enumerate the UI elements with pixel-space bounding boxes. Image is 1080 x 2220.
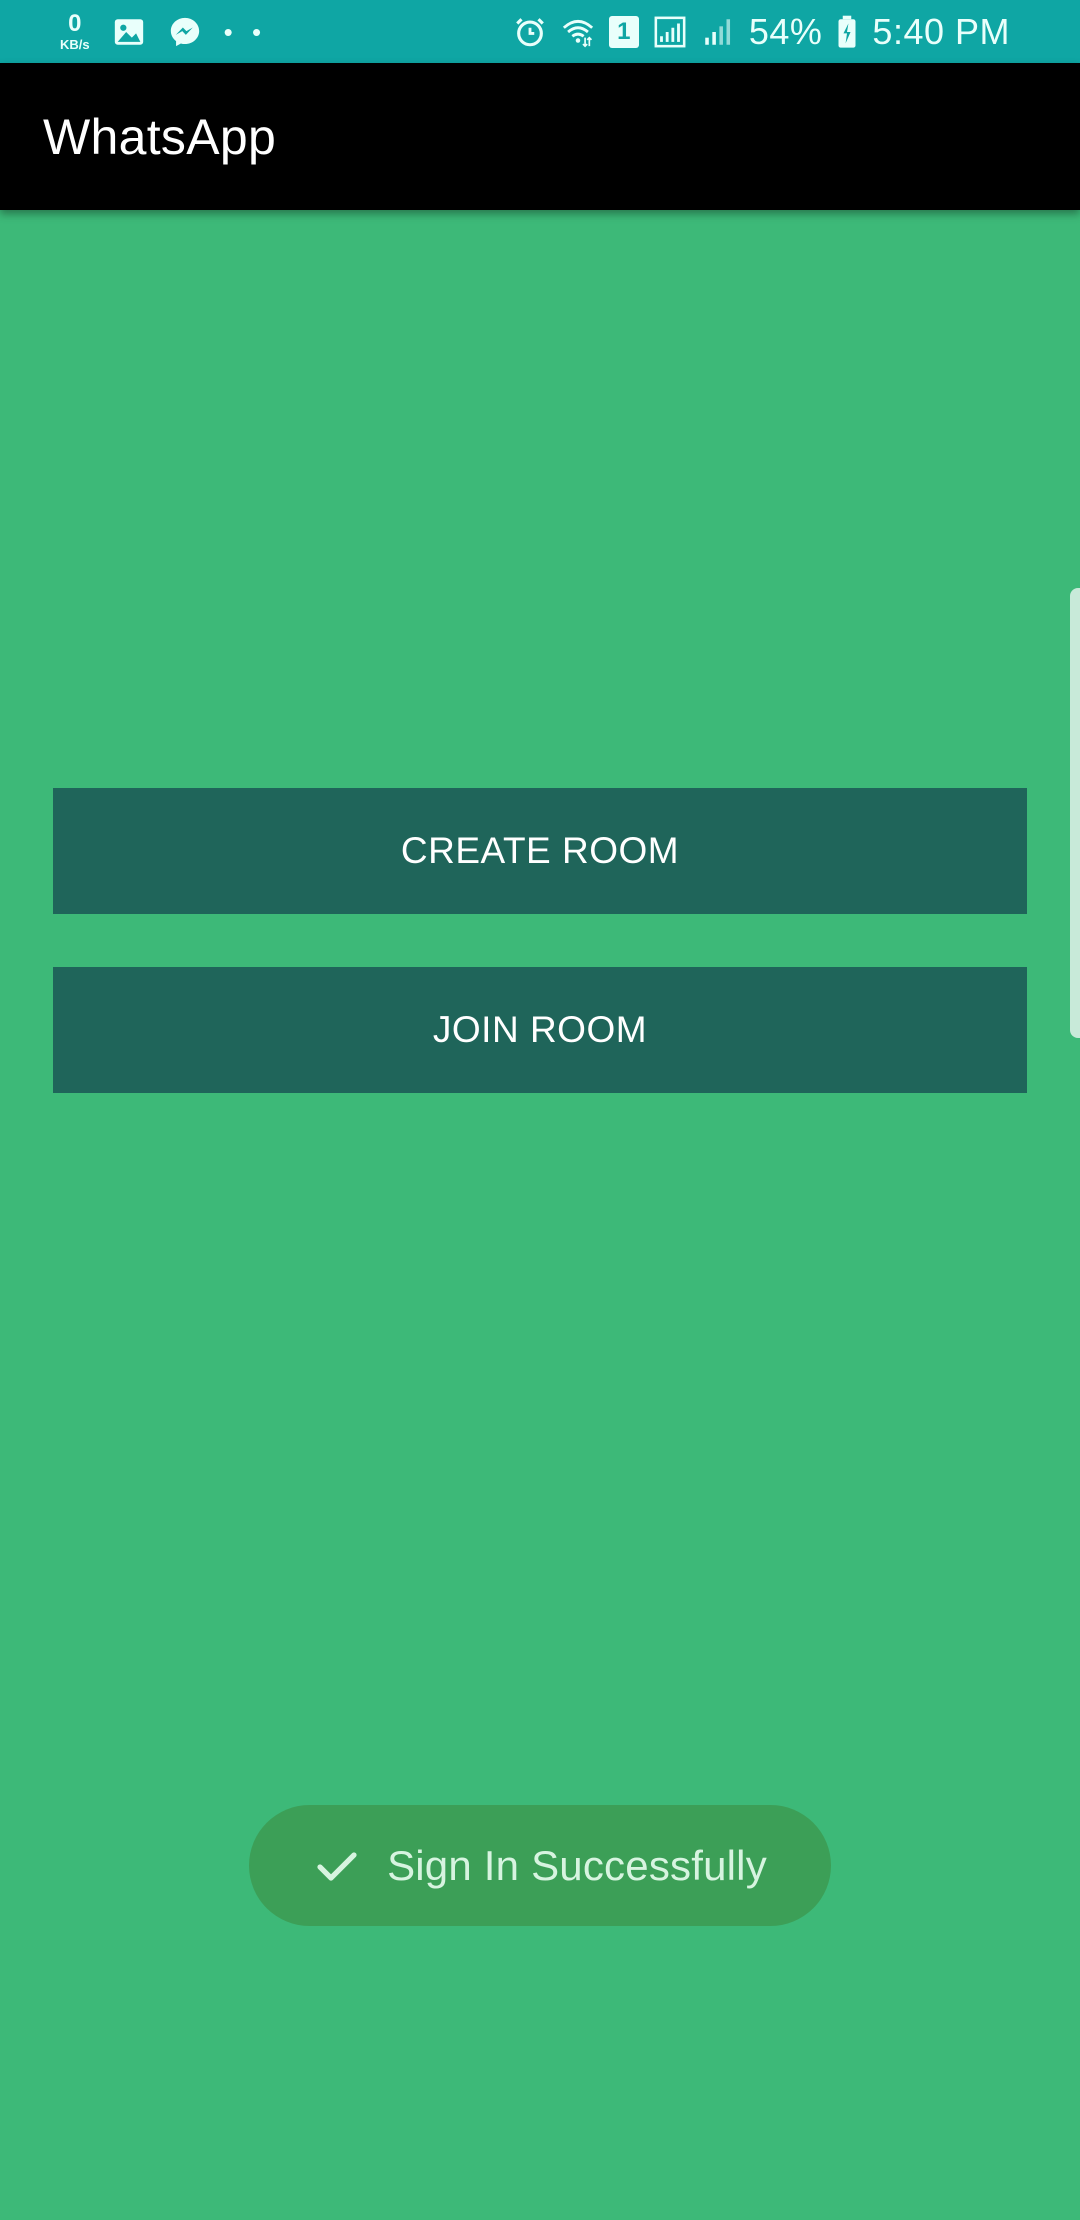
sim-label: 1: [617, 17, 631, 45]
status-bar-right: 1 54% 5:40 PM: [513, 0, 1010, 63]
network-speed: 0 KB/s: [60, 10, 90, 52]
battery-percent: 54%: [748, 10, 823, 52]
network-speed-value: 0: [68, 10, 82, 37]
network-speed-unit: KB/s: [60, 37, 90, 52]
signal-weak-icon: [701, 15, 735, 49]
sim-icon: 1: [608, 15, 639, 48]
app-bar: WhatsApp: [0, 63, 1080, 210]
wifi-icon: [561, 15, 595, 49]
join-room-button[interactable]: JOIN ROOM: [53, 967, 1027, 1093]
status-bar-left: 0 KB/s • •: [60, 0, 267, 63]
clock: 5:40 PM: [872, 10, 1010, 52]
signal-icon: [653, 15, 687, 49]
app-title: WhatsApp: [43, 108, 277, 165]
battery-icon: [836, 15, 858, 49]
more-notifications-dots: • •: [223, 17, 268, 47]
edge-panel-handle[interactable]: [1070, 588, 1080, 1038]
status-bar: 0 KB/s • • 1 54% 5:40 PM: [0, 0, 1080, 63]
toast-message: Sign In Successfully: [249, 1805, 831, 1926]
alarm-icon: [513, 15, 547, 49]
messenger-icon: [168, 15, 202, 49]
image-icon: [112, 15, 146, 49]
screen: 0 KB/s • • 1 54% 5:40 PM WhatsApp CREATE…: [0, 0, 1080, 2220]
checkmark-icon: [313, 1842, 361, 1890]
toast-text: Sign In Successfully: [387, 1841, 767, 1889]
create-room-button[interactable]: CREATE ROOM: [53, 788, 1027, 914]
